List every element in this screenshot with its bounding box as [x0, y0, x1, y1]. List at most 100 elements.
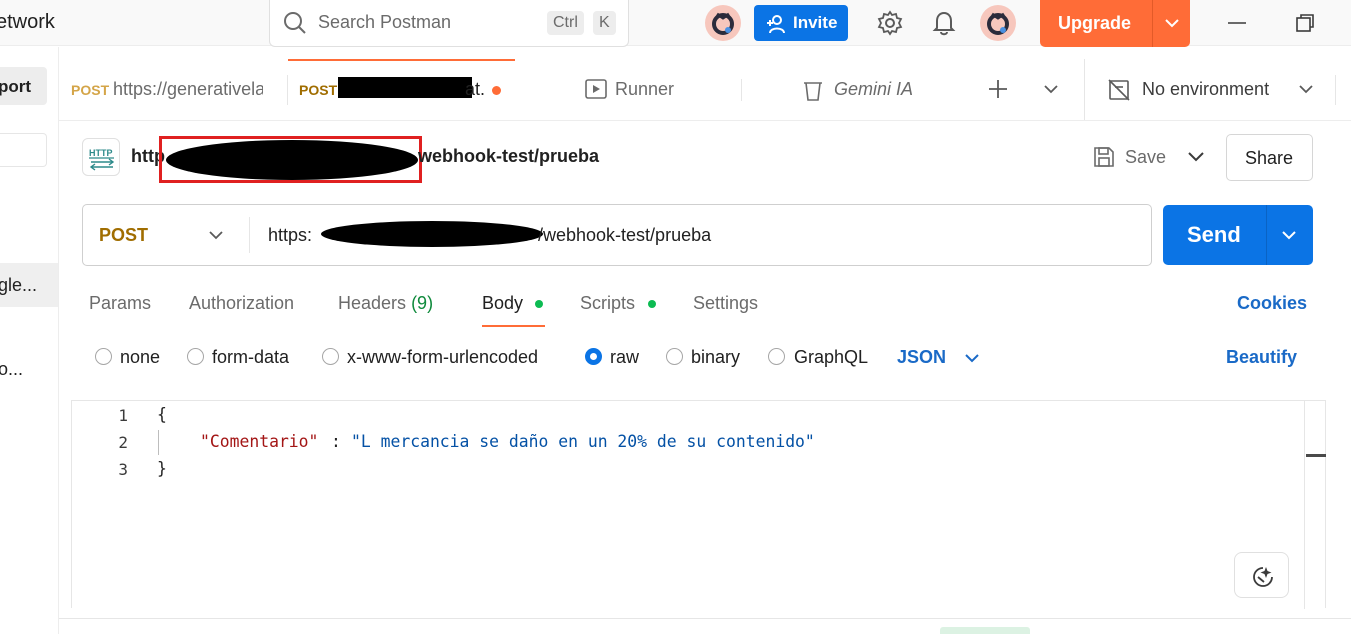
json-value: "L mercancia se daño en un 20% de su con…: [351, 432, 815, 451]
method-select[interactable]: POST: [99, 225, 148, 246]
body-format-select[interactable]: JSON: [897, 347, 946, 368]
radio-raw[interactable]: [585, 348, 602, 365]
user-avatar[interactable]: [980, 5, 1016, 41]
tab-label: https://generativela: [113, 79, 263, 99]
sidebar-item-selected[interactable]: gle...: [0, 263, 58, 307]
radio-form-data[interactable]: [187, 348, 204, 365]
chevron-down-icon[interactable]: [1186, 149, 1206, 165]
add-user-icon: [767, 15, 785, 34]
chevron-down-icon[interactable]: [207, 227, 225, 243]
tab-authorization[interactable]: Authorization: [189, 293, 294, 314]
send-label: Send: [1187, 222, 1241, 247]
share-label: Share: [1245, 148, 1294, 168]
scripts-indicator-dot: [648, 300, 656, 308]
import-button[interactable]: port: [0, 67, 47, 105]
redacted-area: [338, 77, 472, 98]
import-label: port: [0, 77, 32, 96]
radio-graphql[interactable]: [768, 348, 785, 365]
chevron-down-icon[interactable]: [1280, 229, 1298, 243]
tab-request-1[interactable]: POST https://generativela: [59, 59, 287, 120]
avatar-icon: [987, 12, 1009, 35]
url-input[interactable]: https:: [268, 225, 312, 246]
line-number: 2: [118, 433, 128, 452]
json-open-brace: {: [157, 405, 167, 424]
upgrade-divider: [1152, 0, 1153, 47]
radio-binary-label[interactable]: binary: [691, 347, 740, 368]
tab-label: at.: [465, 79, 486, 99]
restore-icon[interactable]: [1294, 13, 1316, 33]
chevron-down-icon[interactable]: [1043, 82, 1059, 96]
save-button[interactable]: Save: [1092, 145, 1166, 174]
save-label: Save: [1125, 147, 1167, 167]
bell-icon[interactable]: [932, 10, 956, 36]
tab-body[interactable]: Body: [482, 293, 523, 314]
radio-binary[interactable]: [666, 348, 683, 365]
http-badge-text: HTTP: [89, 148, 113, 158]
tab-label: Runner: [615, 79, 675, 99]
tab-settings[interactable]: Settings: [693, 293, 758, 314]
url-divider: [249, 217, 250, 253]
radio-graphql-label[interactable]: GraphQL: [794, 347, 868, 368]
shortcut-k: K: [593, 11, 616, 35]
search-placeholder: Search Postman: [318, 12, 452, 32]
left-sidebar: port gle... o...: [0, 47, 59, 634]
url-input-tail[interactable]: /webhook-test/prueba: [538, 225, 711, 246]
no-environment-icon: [1108, 79, 1130, 101]
chevron-down-icon: [1299, 85, 1313, 94]
radio-none-label[interactable]: none: [120, 347, 160, 368]
tab-label: Gemini IA: [834, 79, 914, 99]
play-icon: [585, 79, 607, 99]
sidebar-item-label: gle...: [0, 275, 38, 295]
cookies-link[interactable]: Cookies: [1237, 293, 1307, 314]
workspace-name[interactable]: etwork: [0, 11, 55, 34]
tab-method: POST: [71, 82, 110, 98]
sidebar-filter-input[interactable]: [0, 133, 47, 167]
radio-urlencoded[interactable]: [322, 348, 339, 365]
radio-form-data-label[interactable]: form-data: [212, 347, 289, 368]
tab-method: POST: [299, 82, 338, 98]
radio-none[interactable]: [95, 348, 112, 365]
tab-runner[interactable]: Runner: [519, 59, 741, 120]
request-tab-bar: POST https://generativela POST at. Runne…: [59, 59, 1351, 121]
top-bar: etwork Search Postman Ctrl K Invite Upgr…: [0, 0, 1351, 47]
indent-guide: [158, 430, 159, 455]
tab-headers[interactable]: Headers (9): [338, 293, 433, 314]
line-number: 3: [118, 460, 128, 479]
tab-gemini[interactable]: Gemini IA: [742, 59, 970, 120]
tab-request-2[interactable]: POST at.: [288, 59, 515, 120]
save-icon: [1094, 147, 1114, 167]
upgrade-button[interactable]: Upgrade: [1040, 0, 1190, 47]
unsaved-dot: [492, 86, 501, 95]
url-bar: POST https: /webhook-test/prueba: [82, 204, 1152, 266]
search-bar[interactable]: Search Postman Ctrl K: [269, 0, 629, 47]
upgrade-label: Upgrade: [1058, 13, 1132, 33]
code-editor[interactable]: 1 2 3 { "Comentario" : "L mercancia se d…: [71, 400, 1326, 609]
chevron-down-icon[interactable]: [964, 351, 980, 365]
minimap-divider: [1304, 401, 1305, 609]
radio-urlencoded-label[interactable]: x-www-form-urlencoded: [347, 347, 538, 368]
sidebar-item[interactable]: o...: [0, 359, 23, 380]
tab-params[interactable]: Params: [89, 293, 151, 314]
invite-button[interactable]: Invite: [754, 5, 848, 41]
avatar-icon: [712, 12, 734, 35]
minimize-icon[interactable]: [1226, 13, 1248, 33]
gear-icon[interactable]: [877, 10, 903, 36]
body-indicator-dot: [535, 300, 543, 308]
plus-icon[interactable]: [987, 78, 1009, 100]
beautify-link[interactable]: Beautify: [1226, 347, 1297, 368]
sparkle-icon: [1253, 567, 1273, 587]
request-title-tail[interactable]: webhook-test/prueba: [418, 146, 599, 167]
share-button[interactable]: Share: [1226, 134, 1313, 181]
trash-icon: [804, 82, 822, 101]
environment-selector[interactable]: No environment: [1084, 59, 1351, 120]
ai-assist-button[interactable]: [1234, 552, 1289, 598]
env-divider: [1335, 75, 1336, 105]
tab-scripts[interactable]: Scripts: [580, 293, 635, 314]
editor-bottom-border: [59, 618, 1351, 619]
send-button[interactable]: Send: [1163, 205, 1313, 265]
chevron-down-icon[interactable]: [1164, 16, 1180, 30]
headers-count: (9): [411, 293, 434, 313]
team-avatar[interactable]: [705, 5, 741, 41]
redacted-area: [321, 221, 543, 247]
radio-raw-label[interactable]: raw: [610, 347, 639, 368]
